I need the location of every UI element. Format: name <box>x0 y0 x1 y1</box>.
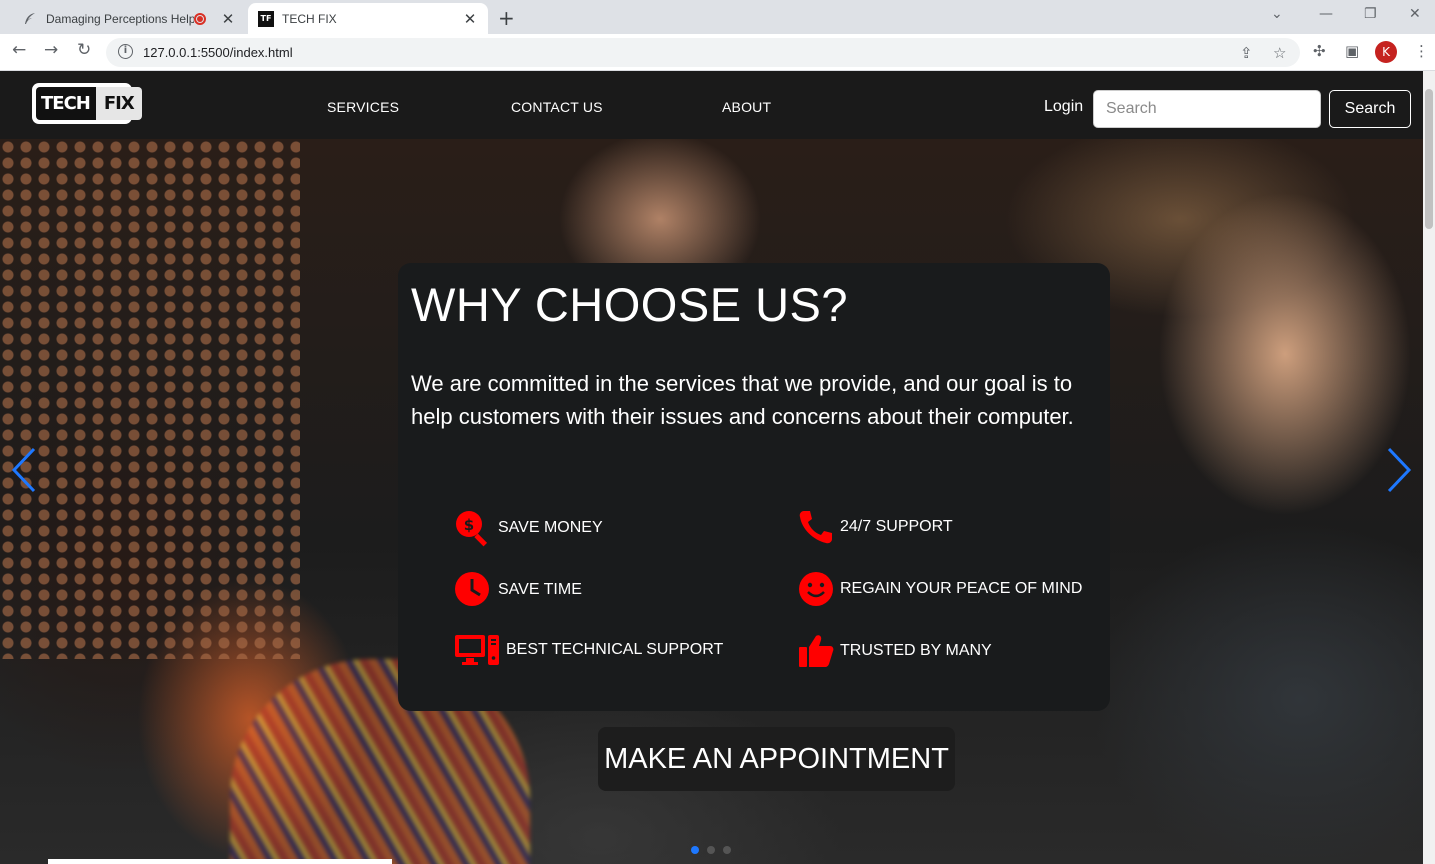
extensions-icon[interactable]: ✣ <box>1313 42 1326 60</box>
browser-tab-bar: Damaging Perceptions Help ✕ TF TECH FIX … <box>0 0 1435 34</box>
carousel-dot-2[interactable] <box>707 846 715 854</box>
side-panel-icon[interactable]: ▣ <box>1345 42 1359 60</box>
login-link[interactable]: Login <box>1044 98 1083 116</box>
profile-avatar[interactable]: K <box>1375 41 1397 63</box>
nav-link-about[interactable]: ABOUT <box>722 99 771 115</box>
feature-label: TRUSTED BY MANY <box>840 642 992 659</box>
svg-text:$: $ <box>464 516 474 534</box>
site-navbar: TECH FIX SERVICES CONTACT US ABOUT Login… <box>0 71 1423 139</box>
carousel-dot-3[interactable] <box>723 846 731 854</box>
back-icon[interactable]: ← <box>12 40 26 60</box>
feature-trusted-by-many: TRUSTED BY MANY <box>798 633 992 669</box>
feature-peace-of-mind: REGAIN YOUR PEACE OF MIND <box>798 571 1082 607</box>
restore-icon[interactable]: ❐ <box>1364 6 1377 22</box>
carousel-prev-icon[interactable] <box>10 446 38 505</box>
reload-icon[interactable]: ↻ <box>77 40 91 60</box>
thumbs-up-icon <box>799 635 834 667</box>
logo-fix-text: FIX <box>95 87 142 120</box>
search-input[interactable] <box>1093 90 1321 128</box>
address-bar[interactable]: i 127.0.0.1:5500/index.html ⇪ ☆ <box>106 38 1300 67</box>
carousel-next-icon[interactable] <box>1385 446 1413 505</box>
feature-label: 24/7 SUPPORT <box>840 518 953 535</box>
browser-tab-inactive[interactable]: Damaging Perceptions Help ✕ <box>10 3 246 34</box>
smile-icon <box>799 572 833 606</box>
minimize-icon[interactable]: — <box>1319 6 1333 22</box>
scrollbar-thumb[interactable] <box>1425 89 1433 229</box>
close-window-icon[interactable]: ✕ <box>1409 6 1421 22</box>
feature-save-money: $ SAVE MONEY <box>454 509 603 547</box>
logo-tech-text: TECH <box>41 93 91 114</box>
download-bar-edge <box>48 859 392 864</box>
feature-24-7-support: 24/7 SUPPORT <box>798 509 953 545</box>
share-icon[interactable]: ⇪ <box>1240 44 1253 62</box>
search-button[interactable]: Search <box>1329 90 1411 128</box>
menu-icon[interactable]: ⋮ <box>1414 42 1429 60</box>
bookmark-star-icon[interactable]: ☆ <box>1273 44 1286 62</box>
feather-icon <box>22 11 38 27</box>
make-appointment-button[interactable]: MAKE AN APPOINTMENT <box>598 727 955 791</box>
close-tab-icon[interactable]: ✕ <box>460 10 480 28</box>
carousel-indicators <box>691 846 731 854</box>
clock-icon <box>455 572 489 606</box>
tab-title: Damaging Perceptions Help <box>46 11 194 26</box>
site-info-icon[interactable]: i <box>118 44 133 59</box>
forward-icon[interactable]: → <box>44 40 58 60</box>
feature-label: SAVE MONEY <box>498 519 603 536</box>
hero-background-image <box>0 139 300 659</box>
computer-icon <box>455 635 499 665</box>
feature-label: BEST TECHNICAL SUPPORT <box>506 641 724 658</box>
page-scrollbar[interactable] <box>1423 71 1435 864</box>
browser-tab-active[interactable]: TF TECH FIX ✕ <box>248 3 488 34</box>
feature-label: REGAIN YOUR PEACE OF MIND <box>840 580 1083 597</box>
why-choose-us-card: WHY CHOOSE US? We are committed in the s… <box>398 263 1110 711</box>
carousel-dot-1[interactable] <box>691 846 699 854</box>
recording-icon <box>194 12 206 25</box>
nav-link-contact-us[interactable]: CONTACT US <box>511 99 603 115</box>
close-tab-icon[interactable]: ✕ <box>218 10 238 28</box>
browser-toolbar: ← → ↻ i 127.0.0.1:5500/index.html ⇪ ☆ ✣ … <box>0 34 1435 71</box>
site-logo[interactable]: TECH FIX <box>32 83 142 124</box>
feature-label: SAVE TIME <box>498 581 582 598</box>
phone-icon <box>799 511 832 544</box>
tab-title: TECH FIX <box>282 11 337 26</box>
money-search-icon: $ <box>456 511 488 547</box>
feature-save-time: SAVE TIME <box>454 571 582 609</box>
page-viewport: TECH FIX SERVICES CONTACT US ABOUT Login… <box>0 71 1423 864</box>
techfix-favicon-icon: TF <box>258 10 274 27</box>
new-tab-button[interactable]: + <box>498 6 515 30</box>
url-text: 127.0.0.1:5500/index.html <box>143 45 293 60</box>
feature-best-technical-support: BEST TECHNICAL SUPPORT <box>454 633 723 667</box>
tab-search-icon[interactable]: ⌄ <box>1271 6 1283 22</box>
nav-link-services[interactable]: SERVICES <box>327 99 399 115</box>
card-title: WHY CHOOSE US? <box>411 278 849 331</box>
card-description: We are committed in the services that we… <box>411 371 1074 429</box>
